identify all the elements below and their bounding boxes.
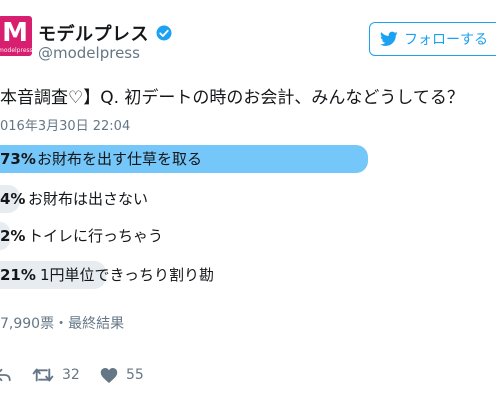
follow-button[interactable]: フォローする	[369, 22, 496, 56]
poll-option-label: お財布は出さない	[28, 190, 149, 208]
follow-button-label: フォローする	[404, 32, 488, 48]
poll-option-1: 73% お財布を出す仕草を取る	[0, 145, 496, 173]
poll-percentage: 4%	[0, 190, 26, 208]
poll-vote-summary: 7,990票・最終結果	[0, 316, 125, 332]
retweet-count: 32	[62, 367, 80, 383]
poll-percentage: 21%	[0, 266, 36, 284]
avatar-logo-letter: M	[2, 18, 28, 48]
retweet-icon	[32, 368, 54, 382]
tweet-actions: 32 55	[0, 362, 496, 388]
display-name[interactable]: モデルプレス	[38, 20, 149, 46]
heart-icon	[100, 367, 118, 383]
poll-percentage: 73%	[0, 150, 36, 168]
tweet-text: 本音調査♡】Q. 初デートの時のお会計、みんなどうしてる？	[0, 88, 464, 108]
poll-option-3: 2% トイレに行っちゃう	[0, 222, 496, 250]
tweet-header: M modelpress モデルプレス @modelpress フォローする	[0, 0, 496, 70]
name-row: モデルプレス	[38, 20, 173, 46]
avatar[interactable]: M modelpress	[0, 16, 32, 56]
poll-option-label: 1円単位できっちり割り勘	[40, 266, 214, 284]
reply-button[interactable]	[0, 362, 12, 388]
retweet-button[interactable]: 32	[32, 362, 80, 388]
poll-option-4: 21% 1円単位できっちり割り勘	[0, 261, 496, 289]
tweet-timestamp[interactable]: 016年3月30日 22:04	[0, 115, 130, 134]
user-handle[interactable]: @modelpress	[38, 44, 140, 62]
poll-percentage: 2%	[0, 227, 26, 245]
poll-option-label: トイレに行っちゃう	[28, 227, 164, 245]
poll-option-label: お財布を出す仕草を取る	[37, 150, 203, 168]
poll-option-2: 4% お財布は出さない	[0, 185, 496, 213]
like-button[interactable]: 55	[100, 362, 144, 388]
verified-badge-icon	[156, 25, 172, 41]
reply-icon	[0, 368, 11, 382]
twitter-bird-icon	[380, 31, 398, 46]
avatar-logo-subtext: modelpress	[0, 47, 32, 54]
like-count: 55	[126, 367, 144, 383]
